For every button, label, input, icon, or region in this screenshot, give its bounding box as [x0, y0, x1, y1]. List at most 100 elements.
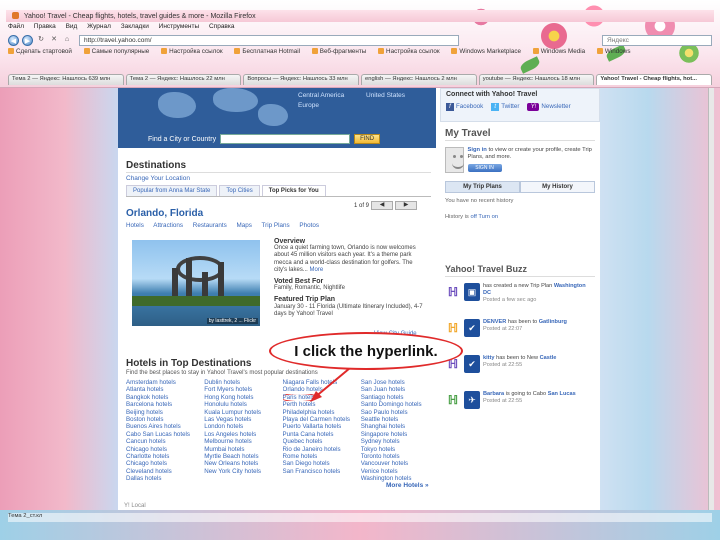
menu-history[interactable]: Журнал — [87, 23, 111, 30]
hotel-link[interactable]: Kuala Lumpur hotels — [204, 409, 279, 416]
buzz-target-link[interactable]: Gatlinburg — [539, 319, 567, 325]
hotel-link[interactable]: Cleveland hotels — [126, 468, 201, 475]
city-link-restaurants[interactable]: Restaurants — [193, 222, 227, 229]
hotel-link-text[interactable]: Charlotte hotels — [126, 453, 169, 460]
hotel-link[interactable]: Amsterdam hotels — [126, 379, 201, 386]
hotel-link[interactable]: Punta Cana hotels — [283, 431, 358, 438]
city-link-hotels[interactable]: Hotels — [126, 222, 144, 229]
hotel-link-text[interactable]: San Francisco hotels — [283, 468, 341, 475]
hotel-link-text[interactable]: San Diego hotels — [283, 460, 330, 467]
hotel-link[interactable]: Dallas hotels — [126, 475, 201, 482]
region-link[interactable]: Europe — [298, 102, 319, 109]
hotel-link[interactable]: Orlando hotels — [283, 386, 358, 393]
hotel-link[interactable]: Sao Paulo hotels — [361, 409, 436, 416]
overview-more-link[interactable]: More — [310, 267, 324, 273]
menu-view[interactable]: Вид — [66, 23, 78, 30]
hotel-link-text[interactable]: Boston hotels — [126, 416, 164, 423]
hotel-link[interactable]: Perth hotels — [283, 401, 358, 408]
hotel-link[interactable]: Dublin hotels — [204, 379, 279, 386]
tab-popular[interactable]: Popular from Anna Mar State — [126, 185, 218, 196]
map-continent[interactable] — [213, 88, 258, 112]
hotel-link[interactable]: Charlotte hotels — [126, 453, 201, 460]
hotel-link[interactable]: Santo Domingo hotels — [361, 401, 436, 408]
hotel-link[interactable]: London hotels — [204, 423, 279, 430]
hotel-link[interactable]: Los Angeles hotels — [204, 431, 279, 438]
find-city-input[interactable] — [220, 134, 351, 144]
browser-tab[interactable]: Тема 2 — Яндекс: Нашлось 639 млн — [8, 74, 124, 85]
hotel-link-text[interactable]: Dublin hotels — [204, 379, 240, 386]
tab-my-trip-plans[interactable]: My Trip Plans — [445, 181, 520, 193]
region-link[interactable]: Central America — [298, 92, 344, 99]
hotel-link-text[interactable]: Sao Paulo hotels — [361, 409, 408, 416]
buzz-target-link[interactable]: Castle — [540, 355, 557, 361]
hotel-link[interactable]: Boston hotels — [126, 416, 201, 423]
menu-tools[interactable]: Инструменты — [159, 23, 200, 30]
bookmark-item[interactable]: Сделать стартовой — [8, 48, 72, 55]
hotel-link-text[interactable]: San Jose hotels — [361, 379, 405, 386]
bookmark-item[interactable]: Windows — [596, 48, 630, 55]
hotel-link-text[interactable]: San Juan hotels — [361, 386, 405, 393]
hotel-link[interactable]: New York City hotels — [204, 468, 279, 475]
vertical-scrollbar[interactable] — [708, 88, 714, 510]
browser-tab[interactable]: Тема 2 — Яндекс: Нашлось 22 млн — [125, 74, 242, 85]
hotel-link[interactable]: Cancun hotels — [126, 438, 201, 445]
hotel-link[interactable]: Fort Myers hotels — [204, 386, 279, 393]
bookmark-item[interactable]: Бесплатная Hotmail — [234, 48, 300, 55]
hotel-link-text[interactable]: Amsterdam hotels — [126, 379, 176, 386]
hotel-link-text[interactable]: Rome hotels — [283, 453, 318, 460]
hotel-link-text[interactable]: Vancouver hotels — [361, 460, 408, 467]
history-turn-on-link[interactable]: Turn on — [478, 214, 498, 220]
hotel-link-text[interactable]: Orlando hotels — [283, 386, 323, 393]
reload-icon[interactable]: ↻ — [36, 35, 46, 45]
hotel-link-text[interactable]: London hotels — [204, 423, 243, 430]
history-off-link[interactable]: off — [470, 214, 476, 220]
hotel-link-text[interactable]: Las Vegas hotels — [204, 416, 251, 423]
hotel-link[interactable]: Beijing hotels — [126, 409, 201, 416]
hotel-link-text[interactable]: Rio de Janeiro hotels — [283, 446, 341, 453]
forward-button[interactable]: ▶ — [22, 34, 33, 46]
taskbar-item[interactable]: Тема 2_ст.кл — [8, 513, 42, 519]
browser-tab[interactable]: english — Яндекс: Нашлось 2 млн — [361, 74, 477, 85]
hotel-link[interactable]: Puerto Vallarta hotels — [283, 423, 358, 430]
city-link-attractions[interactable]: Attractions — [153, 222, 183, 229]
hotel-link[interactable]: Philadelphia hotels — [283, 409, 358, 416]
hotel-link-text[interactable]: Toronto hotels — [361, 453, 400, 460]
hotel-link[interactable]: Bangkok hotels — [126, 394, 201, 401]
find-button[interactable]: FIND — [354, 134, 381, 144]
hotel-link[interactable]: Las Vegas hotels — [204, 416, 279, 423]
hotel-link[interactable]: Paris hotels — [282, 393, 358, 402]
menu-bookmarks[interactable]: Закладки — [121, 23, 149, 30]
tab-top-cities[interactable]: Top Cities — [219, 185, 260, 196]
address-bar[interactable]: http://travel.yahoo.com/ — [79, 34, 459, 46]
hotel-link[interactable]: Sydney hotels — [361, 438, 436, 445]
bookmark-item[interactable]: Windows Marketplace — [451, 48, 521, 55]
hotel-link-text[interactable]: Honolulu hotels — [204, 401, 247, 408]
hotel-link-text[interactable]: Melbourne hotels — [204, 438, 251, 445]
hotel-link-text[interactable]: Seattle hotels — [361, 416, 399, 423]
hotel-link[interactable]: Venice hotels — [361, 468, 436, 475]
hotel-link[interactable]: Cabo San Lucas hotels — [126, 431, 201, 438]
browser-tab-active[interactable]: Yahoo! Travel - Cheap flights, hot... — [596, 74, 713, 85]
twitter-link[interactable]: t Twitter — [491, 103, 519, 111]
browser-tab[interactable]: youtube — Яндекс: Нашлось 18 млн — [478, 74, 595, 85]
hotel-link[interactable]: Singapore hotels — [361, 431, 436, 438]
hotel-link[interactable]: Buenos Aires hotels — [126, 423, 201, 430]
hotel-link[interactable]: Santiago hotels — [361, 394, 436, 401]
map-continent[interactable] — [158, 92, 196, 118]
hotel-link[interactable]: Rio de Janeiro hotels — [283, 446, 358, 453]
hotel-link[interactable]: Atlanta hotels — [126, 386, 201, 393]
tab-top-picks[interactable]: Top Picks for You — [261, 185, 326, 196]
hotel-link[interactable]: Honolulu hotels — [204, 401, 279, 408]
hotel-link-text[interactable]: Chicago hotels — [126, 460, 167, 467]
hotel-link-text[interactable]: Punta Cana hotels — [283, 431, 334, 438]
hotel-link[interactable]: Seattle hotels — [361, 416, 436, 423]
city-link-trip-plans[interactable]: Trip Plans — [262, 222, 290, 229]
hotel-link[interactable]: Chicago hotels — [126, 446, 201, 453]
hotel-link-text[interactable]: Cancun hotels — [126, 438, 166, 445]
hotel-link[interactable]: Mumbai hotels — [204, 446, 279, 453]
home-icon[interactable]: ⌂ — [62, 35, 72, 45]
bookmark-item[interactable]: Веб-фрагменты — [311, 48, 366, 55]
hotel-link-text[interactable]: Philadelphia hotels — [283, 409, 335, 416]
facebook-link[interactable]: f Facebook — [446, 103, 483, 111]
back-button[interactable]: ◀ — [8, 34, 19, 46]
